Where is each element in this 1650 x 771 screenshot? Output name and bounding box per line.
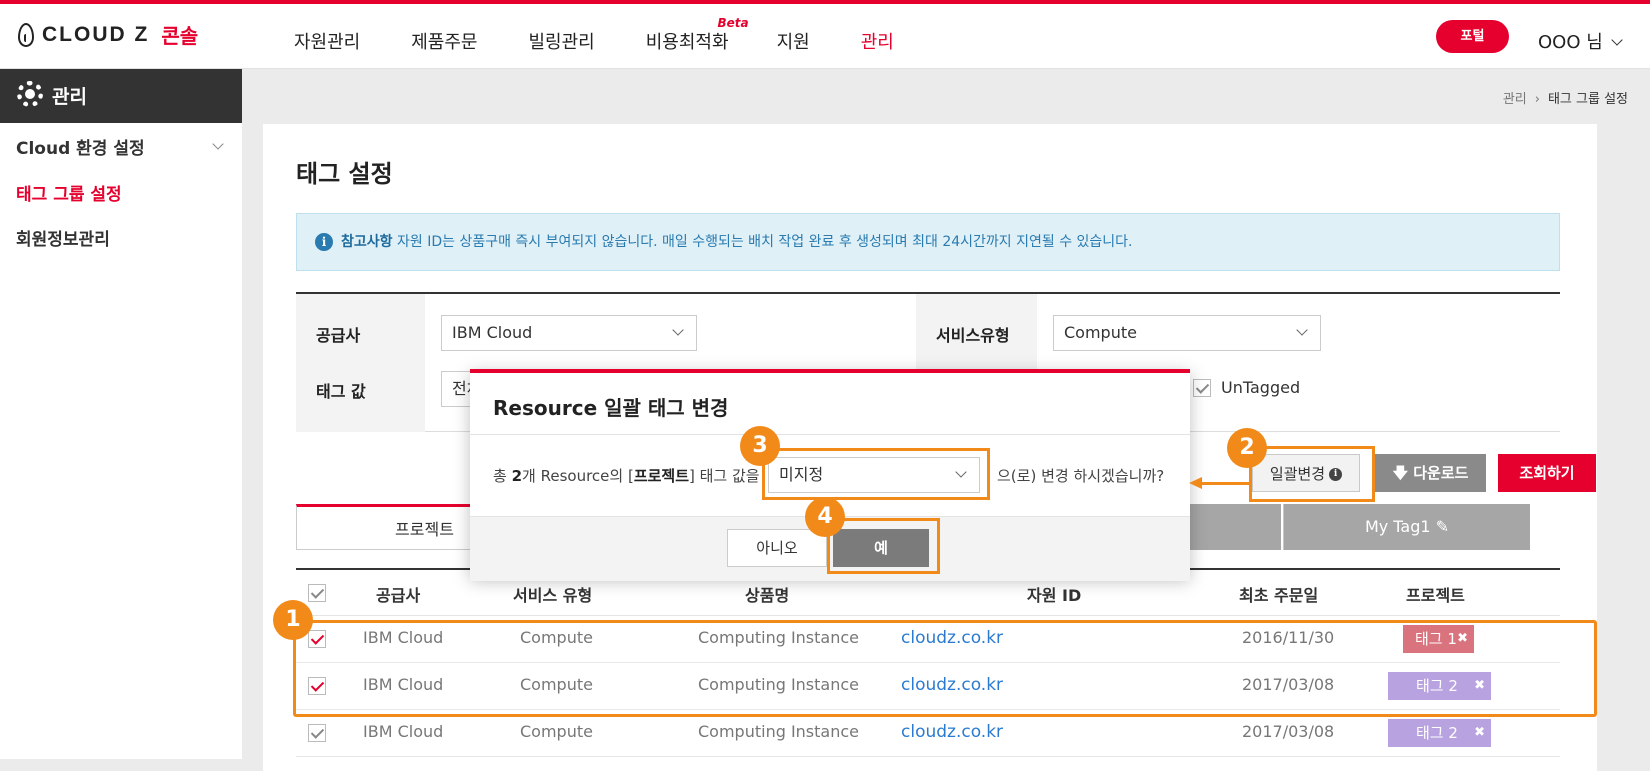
- no-button[interactable]: 아니오: [727, 529, 827, 567]
- nav-cost[interactable]: 비용최적화 Beta: [645, 16, 749, 54]
- user-name: OOO 님: [1538, 32, 1603, 53]
- nav-cost-label: 비용최적화: [645, 32, 729, 53]
- modal-question: 으(로) 변경 하시겠습니까?: [997, 467, 1165, 485]
- info-icon: i: [315, 233, 333, 251]
- cell-service-type: Compute: [520, 722, 593, 741]
- breadcrumb-current: 태그 그룹 설정: [1547, 92, 1628, 107]
- modal-text-prefix: 총: [493, 467, 507, 485]
- untagged-label: UnTagged: [1221, 378, 1301, 397]
- sidebar-header: 관리: [0, 69, 242, 123]
- callout-badge-2: 2: [1227, 428, 1267, 468]
- untagged-checkbox[interactable]: [1193, 379, 1211, 397]
- modal-title: Resource 일괄 태그 변경: [493, 396, 729, 420]
- modal-field-name: 프로젝트: [633, 467, 690, 485]
- modal-divider: [470, 434, 1190, 435]
- sidebar: [0, 123, 242, 759]
- service-type-label: 서비스유형: [936, 326, 1010, 345]
- page-title: 태그 설정: [296, 160, 393, 188]
- arrow-left-icon: [1189, 477, 1202, 489]
- highlight-bulk-button: [1249, 446, 1375, 502]
- beta-badge: Beta: [717, 16, 749, 30]
- notice-label: 참고사항: [341, 234, 393, 250]
- nav-billing[interactable]: 빌링관리: [529, 28, 595, 54]
- select-all-checkbox[interactable]: [308, 584, 326, 602]
- notice-box: i 참고사항 자원 ID는 상품구매 즉시 부여되지 않습니다. 매일 수행되는…: [296, 213, 1560, 271]
- tab-my-tag1-label: My Tag1: [1364, 517, 1431, 536]
- user-menu[interactable]: OOO 님: [1538, 28, 1623, 54]
- gear-icon: [17, 81, 43, 107]
- project-tag-label: 태그 2: [1416, 724, 1458, 742]
- service-type-value: Compute: [1064, 323, 1137, 342]
- chevron-down-icon: [1296, 324, 1308, 336]
- supplier-select[interactable]: IBM Cloud: [441, 315, 697, 351]
- highlight-modal-select: [762, 448, 990, 500]
- header: CLOUD Z 콘솔 자원관리 제품주문 빌링관리 비용최적화 Beta 지원 …: [0, 4, 1650, 69]
- cell-resource-id-link[interactable]: cloudz.co.kr: [901, 722, 1003, 742]
- download-icon: 🡇: [1392, 464, 1408, 482]
- logo-text: CLOUD Z: [42, 22, 150, 46]
- supplier-label: 공급사: [316, 326, 361, 345]
- download-button[interactable]: 🡇 다운로드: [1375, 454, 1486, 492]
- logo[interactable]: CLOUD Z 콘솔: [18, 20, 198, 49]
- query-button[interactable]: 조회하기: [1498, 454, 1596, 492]
- column-resource-id: 자원 ID: [1027, 586, 1082, 605]
- modal-text-mid: 개 Resource의 [: [522, 467, 634, 485]
- project-tag[interactable]: 태그 2 ✖: [1388, 719, 1491, 747]
- cell-product: Computing Instance: [698, 722, 859, 741]
- nav-order[interactable]: 제품주문: [411, 28, 477, 54]
- chevron-down-icon: [1611, 34, 1623, 46]
- download-label: 다운로드: [1413, 464, 1469, 482]
- cell-first-order: 2017/03/08: [1242, 722, 1335, 741]
- nav-resource[interactable]: 자원관리: [294, 28, 360, 54]
- column-first-order: 최초 주문일: [1239, 586, 1319, 605]
- callout-arrow: [1202, 482, 1252, 485]
- notice-text: 자원 ID는 상품구매 즉시 부여되지 않습니다. 매일 수행되는 배치 작업 …: [396, 234, 1133, 250]
- sidebar-title: 관리: [52, 86, 87, 108]
- sidebar-item-tag-group[interactable]: 태그 그룹 설정: [16, 180, 122, 205]
- global-nav: 자원관리 제품주문 빌링관리 비용최적화 Beta 지원 관리: [294, 16, 945, 54]
- filter-label-column: [296, 294, 425, 432]
- callout-badge-3: 3: [740, 426, 780, 466]
- row-checkbox[interactable]: [308, 724, 326, 742]
- chevron-down-icon: [672, 324, 684, 336]
- highlight-yes-button: [827, 518, 940, 574]
- modal-text-suffix: ] 태그 값을: [689, 467, 760, 485]
- column-project: 프로젝트: [1406, 586, 1465, 605]
- close-icon[interactable]: ✖: [1474, 719, 1485, 747]
- portal-button[interactable]: 포털: [1436, 20, 1509, 53]
- modal-resource-count: 2: [511, 467, 523, 485]
- table-row[interactable]: IBM Cloud Compute Computing Instance clo…: [296, 710, 1560, 757]
- nav-support[interactable]: 지원: [777, 28, 810, 54]
- breadcrumb-parent[interactable]: 관리: [1503, 92, 1527, 107]
- highlight-selected-rows: [293, 620, 1597, 717]
- tab-my-tag1[interactable]: My Tag1 ✎: [1283, 504, 1530, 550]
- callout-badge-4: 4: [805, 497, 845, 537]
- supplier-value: IBM Cloud: [452, 323, 533, 342]
- sidebar-item-member-info[interactable]: 회원정보관리: [16, 225, 110, 250]
- nav-admin[interactable]: 관리: [861, 28, 894, 54]
- modal-message: 총 2개 Resource의 [프로젝트] 태그 값을: [493, 465, 760, 486]
- logo-sub: 콘솔: [161, 24, 199, 48]
- logo-drop-icon: [18, 22, 34, 47]
- sidebar-item-cloud-env[interactable]: Cloud 환경 설정: [16, 134, 145, 159]
- pencil-icon: ✎: [1435, 517, 1450, 536]
- column-product: 상품명: [745, 586, 790, 605]
- callout-badge-1: 1: [273, 600, 313, 640]
- column-supplier: 공급사: [376, 586, 421, 605]
- column-service-type: 서비스 유형: [513, 586, 593, 605]
- cell-supplier: IBM Cloud: [363, 722, 444, 741]
- breadcrumb: 관리 › 태그 그룹 설정: [1503, 88, 1628, 107]
- breadcrumb-separator-icon: ›: [1534, 92, 1540, 107]
- service-type-select[interactable]: Compute: [1053, 315, 1321, 351]
- tag-value-label: 태그 값: [316, 382, 366, 401]
